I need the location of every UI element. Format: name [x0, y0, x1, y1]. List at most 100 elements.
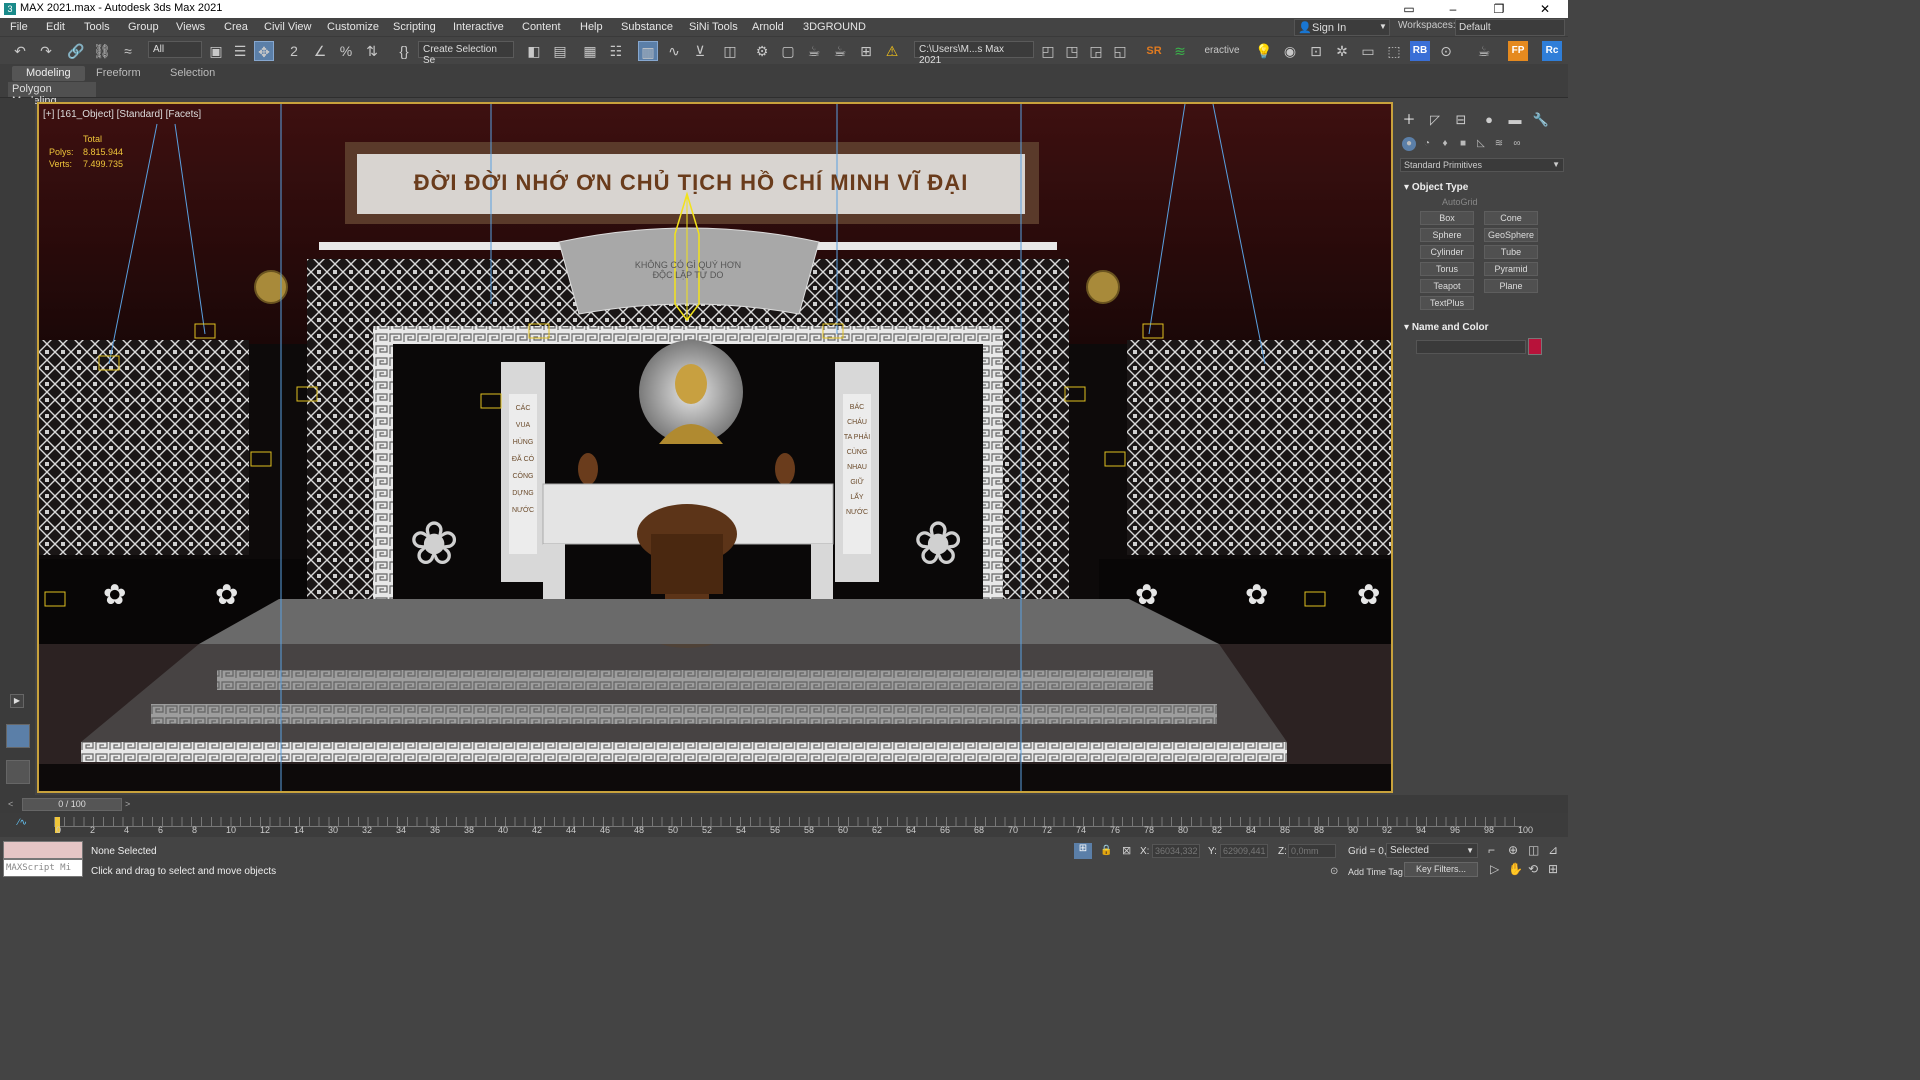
pyramid-button[interactable]: Pyramid [1484, 262, 1538, 276]
tab-selection[interactable]: Selection [156, 66, 229, 81]
absolute-mode-icon[interactable]: ⊠ [1122, 844, 1131, 857]
frame-icon[interactable]: ⊡ [1306, 41, 1326, 61]
hierarchy-tab-icon[interactable]: ⊟ [1452, 112, 1470, 128]
interactive-renderer-label[interactable]: eractive Rend [1192, 41, 1252, 76]
key-mode-select[interactable]: Selected ▼ [1386, 843, 1478, 858]
select-by-name-icon[interactable]: ☰ [230, 41, 250, 61]
fp-button[interactable]: FP [1508, 41, 1528, 61]
menu-interactive[interactable]: Interactive [453, 21, 504, 33]
object-color-swatch[interactable] [1528, 338, 1542, 355]
spinner-snap-icon[interactable]: ⇅ [362, 41, 382, 61]
maxscript-mini-listener[interactable]: MAXScript Mi [3, 859, 83, 877]
menu-help[interactable]: Help [580, 21, 603, 33]
geometry-icon[interactable]: ● [1402, 137, 1416, 151]
link-icon[interactable]: 🔗 [66, 41, 86, 61]
cone-button[interactable]: Cone [1484, 211, 1538, 225]
warning-icon[interactable]: ⚠ [882, 41, 902, 61]
maxscript-listener-output[interactable] [3, 841, 83, 859]
modify-tab-icon[interactable]: ◸ [1426, 112, 1444, 128]
menu-customize[interactable]: Customize [327, 21, 379, 33]
render-iterative-icon[interactable]: ☕ [830, 41, 850, 61]
menu-views[interactable]: Views [176, 21, 205, 33]
menu-file[interactable]: File [10, 21, 28, 33]
project-path-select[interactable]: C:\Users\M...s Max 2021 [914, 41, 1034, 66]
auto-key-icon[interactable]: ⊕ [1508, 843, 1518, 857]
angle-snap-icon[interactable]: ∠ [310, 41, 330, 61]
toolbar-tool-4-icon[interactable]: ◱ [1110, 41, 1130, 61]
tab-freeform[interactable]: Freeform [82, 66, 155, 81]
primitive-type-select[interactable]: Standard Primitives ▼ [1400, 158, 1564, 172]
rendered-frame-window-icon[interactable]: ▢ [778, 41, 798, 61]
minimize-button[interactable]: – [1430, 0, 1476, 18]
textplus-button[interactable]: TextPlus [1420, 296, 1474, 310]
set-key-icon[interactable]: ⌐ [1488, 843, 1495, 857]
polygon-modeling-panel[interactable]: Polygon Modeling [8, 82, 96, 107]
rb-button[interactable]: RB [1410, 41, 1430, 61]
menu-content[interactable]: Content [522, 21, 561, 33]
rc-button[interactable]: Rc [1542, 41, 1562, 61]
box-button[interactable]: Box [1420, 211, 1474, 225]
material-editor-icon[interactable]: ◫ [720, 41, 740, 61]
snap-toggle-icon[interactable]: 2 [284, 41, 304, 61]
bind-space-warp-icon[interactable]: ≈ [118, 41, 138, 61]
perspective-viewport[interactable]: ✿ ✿ ✿ ✿ ✿ ❀ ❀ ĐỜI ĐỜI NHỚ ƠN CHỦ TỊCH HỒ… [37, 102, 1393, 793]
play-icon[interactable]: ▷ [1490, 862, 1499, 876]
name-and-color-rollout[interactable]: ▾ Name and Color [1400, 320, 1564, 336]
menu-substance[interactable]: Substance [621, 21, 673, 33]
unlink-icon[interactable]: ⛓ [92, 41, 112, 61]
sign-in-dropdown[interactable]: 👤 Sign In ▼ [1294, 19, 1390, 36]
y-coord-field[interactable]: 62909,441 [1220, 844, 1268, 858]
plane-button[interactable]: Plane [1484, 279, 1538, 293]
select-and-move-icon[interactable]: ✥ [254, 41, 274, 61]
ribbon-toggle-icon[interactable]: ▥ [638, 41, 658, 61]
systems-icon[interactable]: ∞ [1510, 137, 1524, 151]
time-tag-icon[interactable]: ⊙ [1330, 866, 1338, 877]
create-tab-icon[interactable]: ＋ [1400, 112, 1418, 128]
z-coord-field[interactable]: 0,0mm [1288, 844, 1336, 858]
schematic-view-icon[interactable]: ⊻ [690, 41, 710, 61]
motion-tab-icon[interactable]: ● [1480, 112, 1498, 128]
toolbar-tool-3-icon[interactable]: ◲ [1086, 41, 1106, 61]
render-cloud-icon[interactable]: ⊞ [856, 41, 876, 61]
key-filters-button[interactable]: Key Filters... [1404, 862, 1478, 877]
tube-button[interactable]: Tube [1484, 245, 1538, 259]
edit-named-selection-icon[interactable]: {} [394, 41, 414, 61]
space-warps-icon[interactable]: ≋ [1492, 137, 1506, 151]
orbit-icon[interactable]: ⟲ [1528, 862, 1538, 876]
teapot-button[interactable]: Teapot [1420, 279, 1474, 293]
tab-modeling[interactable]: Modeling [12, 66, 85, 81]
cameras-icon[interactable]: ■ [1456, 137, 1470, 151]
helpers-icon[interactable]: ◺ [1474, 137, 1488, 151]
torus-button[interactable]: Torus [1420, 262, 1474, 276]
menu-tools[interactable]: Tools [84, 21, 110, 33]
viewport-layout-1[interactable] [6, 724, 30, 748]
geosphere-button[interactable]: GeoSphere [1484, 228, 1538, 242]
scene-explorer-icon[interactable]: ▦ [580, 41, 600, 61]
render-view-icon[interactable]: ◉ [1280, 41, 1300, 61]
layers-icon[interactable]: ≋ [1170, 41, 1190, 61]
curve-editor-mini-icon[interactable]: ⁄∿ [18, 817, 27, 828]
isolate-selection-icon[interactable]: ⊞ [1074, 843, 1092, 859]
toolbar-tool-2-icon[interactable]: ◳ [1062, 41, 1082, 61]
menu-edit[interactable]: Edit [46, 21, 65, 33]
menu-civil-view[interactable]: Civil View [264, 21, 311, 33]
utilities-tab-icon[interactable]: 🔧 [1532, 112, 1550, 128]
layer-explorer-icon[interactable]: ☷ [606, 41, 626, 61]
walk-through-icon[interactable]: ✋ [1508, 862, 1523, 876]
toolbar-tool-1-icon[interactable]: ◰ [1038, 41, 1058, 61]
expand-arrow-icon[interactable]: ▶ [10, 694, 24, 708]
percent-snap-icon[interactable]: % [336, 41, 356, 61]
maximize-viewport-icon[interactable]: ⊞ [1548, 862, 1558, 876]
time-slider-handle[interactable]: 0 / 100 [22, 798, 122, 811]
autogrid-checkbox[interactable]: AutoGrid [1442, 197, 1478, 207]
viewport-layout-2[interactable] [6, 760, 30, 784]
time-slider[interactable] [0, 795, 1568, 813]
lock-icon[interactable]: 🔒 [1100, 845, 1112, 856]
region-icon[interactable]: ⬚ [1384, 41, 1404, 61]
undo-icon[interactable]: ↶ [10, 41, 30, 61]
prev-frame-icon[interactable]: < [8, 799, 13, 809]
shapes-icon[interactable]: ◔ [1420, 137, 1434, 151]
menu-3dground[interactable]: 3DGROUND [803, 21, 866, 33]
picture-icon[interactable]: ▭ [1358, 41, 1378, 61]
object-type-rollout[interactable]: ▾ Object Type [1400, 180, 1564, 196]
